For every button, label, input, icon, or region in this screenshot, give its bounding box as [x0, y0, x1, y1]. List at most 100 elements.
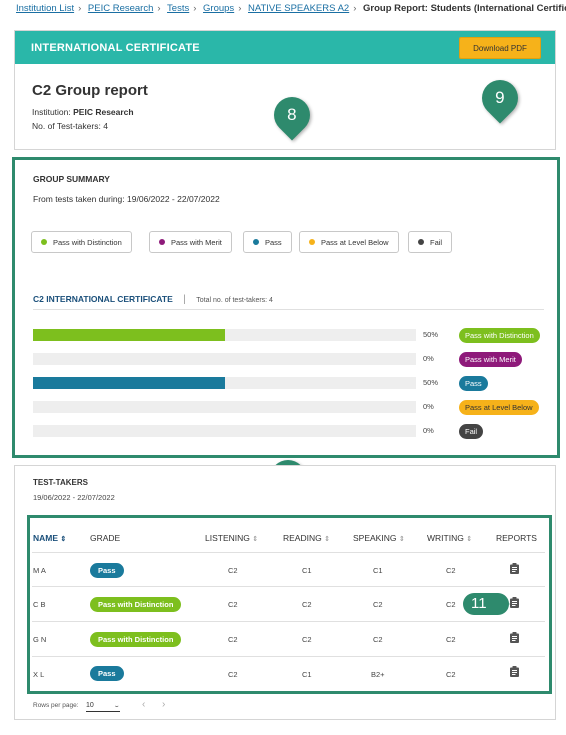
report-clipboard-icon[interactable]: [510, 563, 519, 574]
sort-icon: ⇕: [324, 536, 330, 543]
cert-summary-title: C2 INTERNATIONAL CERTIFICATE: [33, 294, 173, 304]
legend-pass: Pass: [243, 231, 292, 253]
column-header-reading[interactable]: READING ⇕: [283, 533, 330, 543]
row-name: C B: [33, 600, 46, 609]
bar-track: [33, 401, 416, 413]
callout-11: 11: [462, 592, 510, 616]
row-speaking: C2: [373, 600, 383, 609]
bar-track: [33, 425, 416, 437]
row-reading: C1: [302, 670, 312, 679]
row-listening: C2: [228, 635, 238, 644]
grade-badge: Pass: [90, 666, 124, 681]
grade-badge: Pass with Distinction: [90, 632, 182, 647]
cert-summary-total: Total no. of test-takers: 4: [196, 297, 273, 304]
column-header-writing[interactable]: WRITING ⇕: [427, 533, 472, 543]
sort-icon: ⇕: [398, 536, 405, 543]
breadcrumb-groups[interactable]: Groups: [203, 3, 234, 14]
report-clipboard-icon[interactable]: [510, 666, 519, 677]
bar-fill: [33, 329, 225, 341]
group-summary-title: GROUP SUMMARY: [33, 174, 110, 184]
rows-per-page-value: 10: [86, 701, 94, 709]
testtakers-count-line: No. of Test-takers: 4: [32, 121, 108, 131]
institution-value: PEIC Research: [73, 107, 134, 117]
row-speaking: C2: [373, 635, 383, 644]
breadcrumb-native-speakers[interactable]: NATIVE SPEAKERS A2: [248, 3, 349, 14]
bar-percent: 0%: [423, 354, 434, 363]
grade-badge: Pass: [90, 563, 124, 578]
legend-fail: Fail: [408, 231, 453, 253]
rows-per-page-select[interactable]: 10 ⌄: [86, 699, 120, 712]
row-reading: C1: [302, 566, 312, 575]
period-value: 19/06/2022 - 22/07/2022: [127, 194, 220, 204]
row-listening: C2: [228, 670, 238, 679]
testtakers-count-label: No. of Test-takers:: [32, 121, 101, 131]
grade-badge: Pass with Distinction: [90, 597, 182, 612]
legend-dot: [159, 239, 165, 245]
rows-per-page-label: Rows per page:: [33, 702, 79, 709]
column-header-grade[interactable]: GRADE: [90, 533, 120, 543]
cert-summary-header: C2 INTERNATIONAL CERTIFICATE | Total no.…: [33, 289, 273, 307]
period-label: From tests taken during:: [33, 194, 125, 204]
summary-divider-line: [33, 309, 544, 310]
breadcrumb-institution-list[interactable]: Institution List: [16, 3, 74, 14]
bar-track: [33, 353, 416, 365]
download-pdf-button[interactable]: Download PDF: [459, 37, 541, 59]
sort-icon: ⇕: [252, 536, 259, 543]
certificate-title: INTERNATIONAL CERTIFICATE: [31, 41, 200, 54]
previous-page-icon[interactable]: ‹: [142, 699, 145, 710]
legend-dot: [41, 239, 47, 245]
bar-status-pill: Pass: [459, 376, 488, 391]
sort-icon: ⇕: [60, 536, 67, 543]
bar-percent: 0%: [423, 426, 434, 435]
row-reading: C2: [302, 635, 312, 644]
column-header-speaking[interactable]: SPEAKING ⇕: [353, 533, 405, 543]
testtakers-count-value: 4: [103, 121, 108, 131]
legend-pass-with-merit: Pass with Merit: [149, 231, 232, 253]
bar-status-pill: Fail: [459, 424, 484, 439]
breadcrumb: Institution List › PEIC Research › Tests › …: [16, 3, 566, 14]
bar-fill: [33, 377, 225, 389]
cert-summary-divider: |: [183, 294, 186, 305]
row-divider: [32, 656, 545, 657]
column-header-listening[interactable]: LISTENING ⇕: [205, 533, 258, 543]
legend-pass-at-level-below: Pass at Level Below: [299, 231, 399, 253]
legend-pass-with-distinction: Pass with Distinction: [31, 231, 132, 253]
bar-status-pill: Pass with Distinction: [459, 328, 540, 343]
callout-11-shape: [463, 593, 510, 615]
legend-dot: [253, 239, 259, 245]
row-listening: C2: [228, 566, 238, 575]
row-name: X L: [33, 670, 45, 679]
row-divider: [32, 586, 545, 587]
row-name: G N: [33, 635, 47, 644]
group-summary-period: From tests taken during: 19/06/2022 - 22…: [33, 194, 220, 204]
row-writing: C2: [446, 635, 456, 644]
breadcrumb-peic-research[interactable]: PEIC Research: [88, 3, 153, 14]
bar-status-pill: Pass with Merit: [459, 352, 522, 367]
column-header-name[interactable]: NAME ⇕: [33, 533, 66, 543]
institution-label: Institution:: [32, 107, 71, 117]
row-reading: C2: [302, 600, 312, 609]
report-clipboard-icon[interactable]: [510, 632, 519, 643]
header-divider: [32, 552, 545, 553]
bar-percent: 50%: [423, 378, 439, 387]
bar-percent: 50%: [423, 330, 439, 339]
row-listening: C2: [228, 600, 238, 609]
row-speaking: C1: [373, 566, 383, 575]
chevron-down-icon: ⌄: [113, 702, 120, 708]
bar-status-pill: Pass at Level Below: [459, 400, 539, 415]
legend-dot: [309, 239, 315, 245]
breadcrumb-tests[interactable]: Tests: [167, 3, 189, 14]
institution-line: Institution: PEIC Research: [32, 107, 134, 117]
row-divider: [32, 621, 545, 622]
row-writing: C2: [446, 566, 456, 575]
breadcrumb-current: Group Report: Students (International Ce…: [363, 3, 566, 14]
report-heading: C2 Group report: [32, 82, 148, 99]
row-speaking: B2+: [371, 670, 385, 679]
testtakers-period: 19/06/2022 - 22/07/2022: [33, 493, 115, 502]
row-writing: C2: [446, 670, 456, 679]
column-header-reports: REPORTS: [496, 533, 537, 543]
next-page-icon[interactable]: ›: [162, 699, 165, 710]
row-name: M A: [33, 566, 46, 575]
legend-dot: [418, 239, 424, 245]
row-writing: C2: [446, 600, 456, 609]
